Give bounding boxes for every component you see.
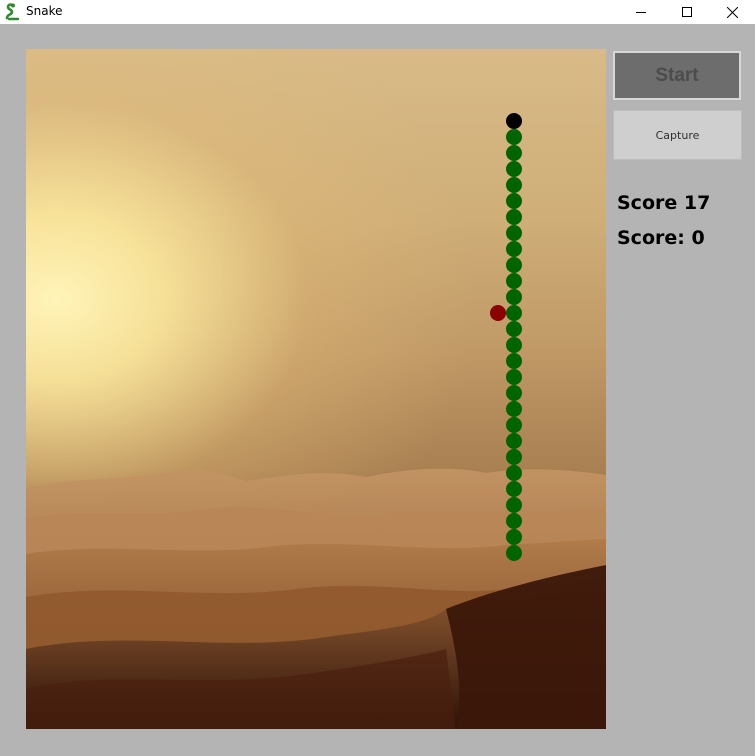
score-label: Score 17 bbox=[617, 192, 711, 214]
snake-segment bbox=[506, 177, 522, 193]
snake-segment bbox=[506, 513, 522, 529]
snake-segment bbox=[506, 193, 522, 209]
snake-segment bbox=[506, 337, 522, 353]
snake-segment bbox=[506, 145, 522, 161]
snake-segment bbox=[506, 353, 522, 369]
title-bar: Snake bbox=[0, 0, 755, 24]
snake-segment bbox=[506, 161, 522, 177]
snake-segment bbox=[506, 257, 522, 273]
snake-app-icon bbox=[4, 3, 22, 21]
snake-segment bbox=[506, 529, 522, 545]
snake-segment bbox=[506, 465, 522, 481]
minimize-button[interactable] bbox=[618, 0, 664, 24]
food-item bbox=[490, 305, 506, 321]
score-label-secondary: Score: 0 bbox=[617, 227, 705, 249]
maximize-icon bbox=[682, 7, 692, 17]
snake-segment bbox=[506, 225, 522, 241]
minimize-icon bbox=[636, 12, 646, 13]
maximize-button[interactable] bbox=[664, 0, 710, 24]
snake-segment bbox=[506, 481, 522, 497]
window-title: Snake bbox=[26, 4, 63, 18]
snake-head bbox=[506, 113, 522, 129]
snake-segment bbox=[506, 545, 522, 561]
snake-segment bbox=[506, 273, 522, 289]
snake-segment bbox=[506, 209, 522, 225]
snake-segment bbox=[506, 369, 522, 385]
snake-segment bbox=[506, 401, 522, 417]
snake-segment bbox=[506, 449, 522, 465]
close-button[interactable] bbox=[709, 0, 755, 24]
capture-button[interactable]: Capture bbox=[613, 110, 742, 160]
snake-segment bbox=[506, 417, 522, 433]
snake-segment bbox=[506, 433, 522, 449]
snake-segment bbox=[506, 241, 522, 257]
start-button[interactable]: Start bbox=[613, 51, 741, 100]
snake-segment bbox=[506, 321, 522, 337]
snake-segment bbox=[506, 289, 522, 305]
game-board[interactable] bbox=[26, 49, 606, 729]
close-icon bbox=[726, 6, 738, 18]
snake-segment bbox=[506, 497, 522, 513]
snake-segment bbox=[506, 385, 522, 401]
snake-segment bbox=[506, 129, 522, 145]
snake-segment bbox=[506, 305, 522, 321]
